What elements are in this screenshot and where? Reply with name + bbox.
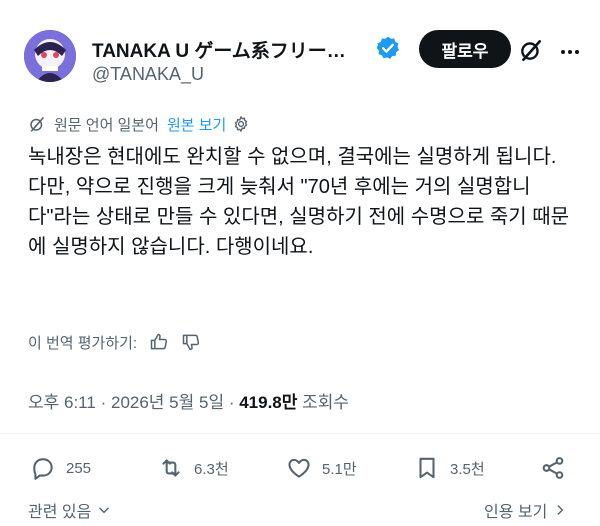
avatar[interactable]: [24, 30, 76, 82]
bookmark-button[interactable]: 3.5천: [414, 450, 485, 486]
quotes-label: 인용 보기: [484, 504, 548, 521]
gear-icon[interactable]: [232, 115, 250, 133]
action-bar: 255 6.3천 5.1만 3.5천: [0, 450, 600, 486]
more-icon[interactable]: [558, 40, 582, 64]
tweet-paragraph: 녹내장은 현대에도 완치할 수 없으며, 결국에는 실명하게 됩니다.: [28, 146, 557, 168]
thumbs-up-icon[interactable]: [149, 332, 169, 352]
chevron-down-icon: [99, 507, 110, 514]
view-quotes-link[interactable]: 인용 보기: [484, 498, 567, 522]
views-label: 조회수: [302, 393, 350, 412]
like-icon: [288, 458, 310, 478]
rate-translation: 이 번역 평가하기:: [28, 330, 201, 354]
tweet-paragraph: 다만, 약으로 진행을 크게 늦춰서 "70년 후에는 거의 실명합니다"라는 …: [28, 176, 570, 258]
follow-button[interactable]: 팔로우: [419, 30, 511, 68]
tweet-meta: 오후 6:11 · 2026년 5월 5일 · 419.8만 조회수: [28, 388, 349, 413]
author-handle[interactable]: @TANAKA_U: [92, 64, 204, 85]
verified-badge-icon: [376, 36, 399, 59]
like-count: 5.1만: [322, 460, 357, 478]
author-name[interactable]: TANAKA U ゲーム系フリー…: [92, 36, 346, 63]
grok-icon[interactable]: [518, 37, 544, 63]
reply-count: 255: [66, 459, 92, 477]
repost-button[interactable]: 6.3천: [158, 450, 229, 486]
globe-icon: [30, 117, 44, 132]
bookmark-icon: [419, 457, 435, 479]
tweet-text: 녹내장은 현대에도 완치할 수 없으며, 결국에는 실명하게 됩니다. 다만, …: [28, 142, 573, 262]
divider: [0, 433, 600, 434]
original-language: 원문 언어 일본어: [54, 116, 159, 134]
share-button[interactable]: [540, 450, 576, 486]
bookmark-count: 3.5천: [450, 460, 485, 478]
repost-count: 6.3천: [194, 460, 229, 478]
repost-icon: [162, 459, 180, 477]
show-original-link[interactable]: 원본 보기: [167, 114, 226, 135]
thumbs-down-icon[interactable]: [181, 332, 201, 352]
related-toggle[interactable]: 관련 있음: [28, 498, 111, 522]
tweet-date[interactable]: 2026년 5월 5일: [111, 393, 224, 412]
rate-label: 이 번역 평가하기:: [28, 334, 138, 352]
chevron-right-icon: [557, 505, 564, 515]
tweet-header: TANAKA U ゲーム系フリー… @TANAKA_U 팔로우: [24, 22, 584, 102]
reply-icon: [33, 458, 53, 480]
tweet-time[interactable]: 오후 6:11: [28, 393, 96, 412]
reply-button[interactable]: 255: [30, 450, 91, 486]
translation-info: 원문 언어 일본어 원본 보기: [28, 112, 250, 136]
separator: ·: [100, 393, 107, 412]
separator: ·: [228, 393, 235, 412]
share-icon: [542, 457, 564, 479]
views-count: 419.8만: [239, 393, 298, 412]
like-button[interactable]: 5.1만: [286, 450, 357, 486]
related-label: 관련 있음: [28, 504, 92, 521]
